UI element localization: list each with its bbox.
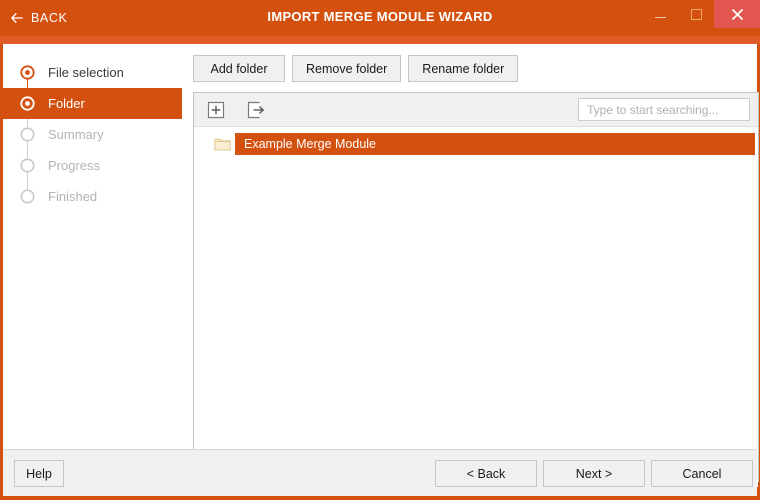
sidebar-step-file-selection[interactable]: File selection <box>3 57 185 88</box>
step-marker-active-icon <box>20 96 35 111</box>
search-input[interactable] <box>585 99 744 120</box>
step-marker-pending-icon <box>20 189 35 204</box>
sidebar-step-label: Summary <box>48 127 104 142</box>
content-area: Add folder Remove folder Rename folder T… <box>185 44 759 487</box>
folder-icon <box>214 138 231 151</box>
folder-tree-body: Example Merge Module <box>194 133 758 487</box>
wizard-window: BACK IMPORT MERGE MODULE WIZARD File sel… <box>0 0 760 500</box>
sidebar-step-label: Progress <box>48 158 101 173</box>
close-icon <box>731 8 743 20</box>
step-marker-pending-icon <box>20 127 35 142</box>
footer-bar: Help < Back Next > Cancel <box>3 449 757 496</box>
sidebar-step-progress[interactable]: Progress <box>3 150 185 181</box>
add-folder-button[interactable]: Add folder <box>193 55 285 82</box>
close-button[interactable] <box>714 0 760 28</box>
sidebar-step-label: Finished <box>48 189 98 204</box>
title-accent-strip <box>0 36 760 44</box>
tree-row[interactable]: Example Merge Module <box>194 133 758 155</box>
help-button[interactable]: Help <box>14 460 64 487</box>
expand-all-icon[interactable] <box>207 101 225 119</box>
sidebar-step-label: Folder <box>48 96 85 111</box>
sidebar-step-summary[interactable]: Summary <box>3 119 185 150</box>
maximize-icon <box>690 8 702 20</box>
sidebar-step-label: File selection <box>48 65 124 80</box>
maximize-button[interactable] <box>678 0 714 28</box>
search-box[interactable] <box>578 98 750 121</box>
minimize-icon <box>654 17 666 18</box>
folder-toolbar: Add folder Remove folder Rename folder <box>193 55 519 82</box>
step-list: File selection Folder Summary Progress F… <box>3 57 185 212</box>
tree-row-label: Example Merge Module <box>235 133 755 155</box>
back-nav-button[interactable]: < Back <box>435 460 537 487</box>
minimize-button[interactable] <box>642 0 678 28</box>
step-marker-pending-icon <box>20 158 35 173</box>
next-nav-button[interactable]: Next > <box>543 460 645 487</box>
cancel-button[interactable]: Cancel <box>651 460 753 487</box>
sidebar-step-finished[interactable]: Finished <box>3 181 185 212</box>
folder-tree-panel: Example Merge Module <box>193 92 759 487</box>
window-controls <box>642 0 760 28</box>
wizard-steps-sidebar: File selection Folder Summary Progress F… <box>3 44 185 449</box>
rename-folder-button[interactable]: Rename folder <box>408 55 519 82</box>
tree-toolbar <box>194 93 758 127</box>
remove-folder-button[interactable]: Remove folder <box>292 55 402 82</box>
sidebar-step-folder[interactable]: Folder <box>3 88 182 119</box>
title-bar: BACK IMPORT MERGE MODULE WIZARD <box>0 0 760 36</box>
step-marker-done-icon <box>20 65 35 80</box>
collapse-all-icon[interactable] <box>247 101 265 119</box>
